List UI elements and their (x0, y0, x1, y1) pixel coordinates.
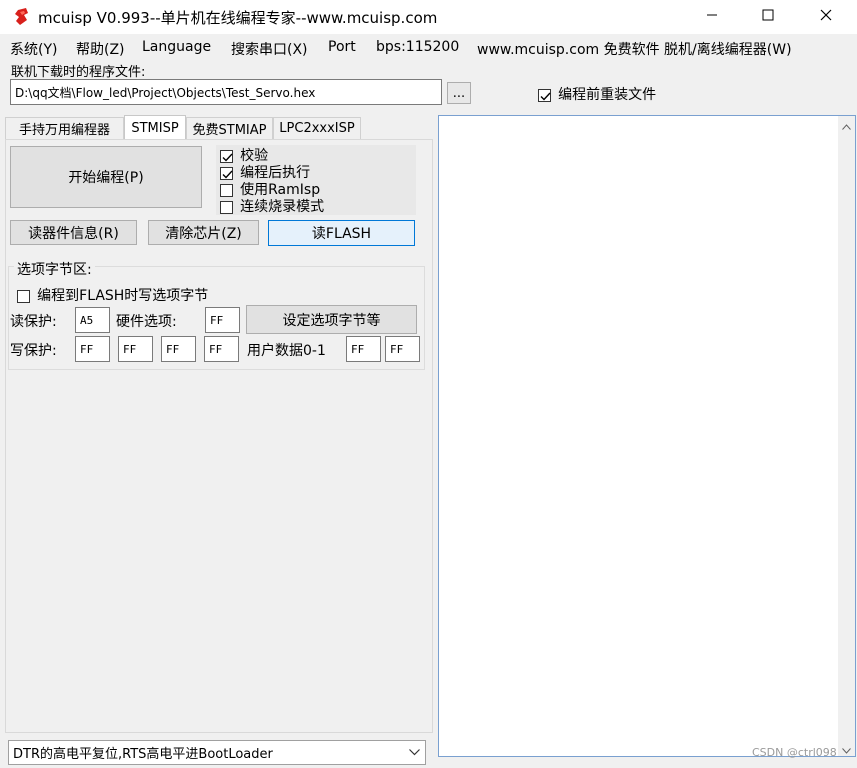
read-flash-button[interactable]: 读FLASH (268, 220, 415, 246)
write-protect-label: 写保护: (10, 343, 57, 359)
maximize-button[interactable] (740, 0, 796, 34)
continuous-mode-label: 连续烧录模式 (240, 199, 325, 215)
read-protect-input[interactable]: A5 (75, 307, 110, 333)
minimize-button[interactable] (684, 0, 740, 34)
set-option-bytes-button[interactable]: 设定选项字节等 (246, 305, 417, 334)
hardware-option-label: 硬件选项: (116, 314, 177, 330)
write-protect-input-0[interactable]: FF (75, 336, 110, 362)
write-protect-input-1[interactable]: FF (118, 336, 153, 362)
read-protect-label: 读保护: (10, 314, 57, 330)
menu-port[interactable]: Port (328, 39, 356, 55)
write-option-bytes-label: 编程到FLASH时写选项字节 (37, 288, 209, 304)
scroll-up-icon[interactable] (842, 119, 851, 134)
scroll-down-icon[interactable] (842, 743, 851, 758)
erase-chip-button[interactable]: 清除芯片(Z) (148, 220, 259, 245)
write-protect-input-3[interactable]: FF (204, 336, 239, 362)
menu-website-offline[interactable]: www.mcuisp.com 免费软件 脱机/离线编程器(W) (477, 39, 792, 59)
hardware-option-input[interactable]: FF (205, 307, 240, 333)
program-file-path-input[interactable]: D:\qq文档\Flow_led\Project\Objects\Test_Se… (10, 79, 442, 105)
write-option-bytes-checkbox[interactable] (17, 290, 30, 303)
bootloader-mode-value: DTR的高电平复位,RTS高电平进BootLoader (13, 747, 273, 762)
bootloader-mode-select[interactable]: DTR的高电平复位,RTS高电平进BootLoader (8, 740, 426, 765)
write-protect-input-2[interactable]: FF (161, 336, 196, 362)
menu-bar: 系统(Y) 帮助(Z) Language 搜索串口(X) Port bps:11… (0, 36, 857, 60)
user-data-input-1[interactable]: FF (385, 336, 420, 362)
reload-checkbox[interactable] (538, 89, 551, 102)
reload-label: 编程前重装文件 (558, 87, 657, 103)
write-option-bytes-option[interactable]: 编程到FLASH时写选项字节 (17, 285, 208, 305)
user-data-label: 用户数据0-1 (247, 343, 326, 359)
user-data-input-0[interactable]: FF (346, 336, 381, 362)
browse-file-button[interactable]: ... (447, 82, 471, 104)
menu-system[interactable]: 系统(Y) (10, 39, 57, 59)
option-bytes-group-label: 选项字节区: (14, 259, 95, 279)
tab-handheld-programmer[interactable]: 手持万用编程器 (5, 117, 124, 139)
title-bar: mcuisp V0.993--单片机在线编程专家--www.mcuisp.com (0, 0, 857, 34)
chevron-down-icon (408, 745, 420, 760)
menu-search-port[interactable]: 搜索串口(X) (231, 39, 308, 59)
reload-before-program-option[interactable]: 编程前重装文件 (538, 84, 656, 104)
watermark-text: CSDN @ctrl098 (752, 746, 837, 759)
read-device-info-button[interactable]: 读器件信息(R) (10, 220, 137, 245)
window-title: mcuisp V0.993--单片机在线编程专家--www.mcuisp.com (38, 9, 438, 27)
tab-free-stmiap[interactable]: 免费STMIAP (186, 117, 273, 139)
menu-help[interactable]: 帮助(Z) (76, 39, 125, 59)
continuous-mode-option[interactable]: 连续烧录模式 (220, 196, 324, 216)
tab-lpc2xxxisp[interactable]: LPC2xxxISP (273, 117, 361, 139)
close-button[interactable] (798, 0, 854, 34)
app-logo-icon (12, 7, 32, 27)
minimize-icon (706, 9, 718, 25)
log-scrollbar[interactable] (838, 116, 855, 756)
tab-stmisp[interactable]: STMISP (124, 115, 186, 140)
program-file-label: 联机下载时的程序文件: (11, 65, 146, 80)
continuous-mode-checkbox[interactable] (220, 201, 233, 214)
bootloader-dropdown-button[interactable] (404, 742, 424, 763)
menu-baud-rate[interactable]: bps:115200 (376, 39, 459, 55)
close-icon (820, 9, 832, 25)
maximize-icon (762, 9, 774, 25)
menu-language[interactable]: Language (142, 39, 211, 55)
log-output-area[interactable] (438, 115, 856, 757)
start-program-button[interactable]: 开始编程(P) (10, 146, 202, 208)
